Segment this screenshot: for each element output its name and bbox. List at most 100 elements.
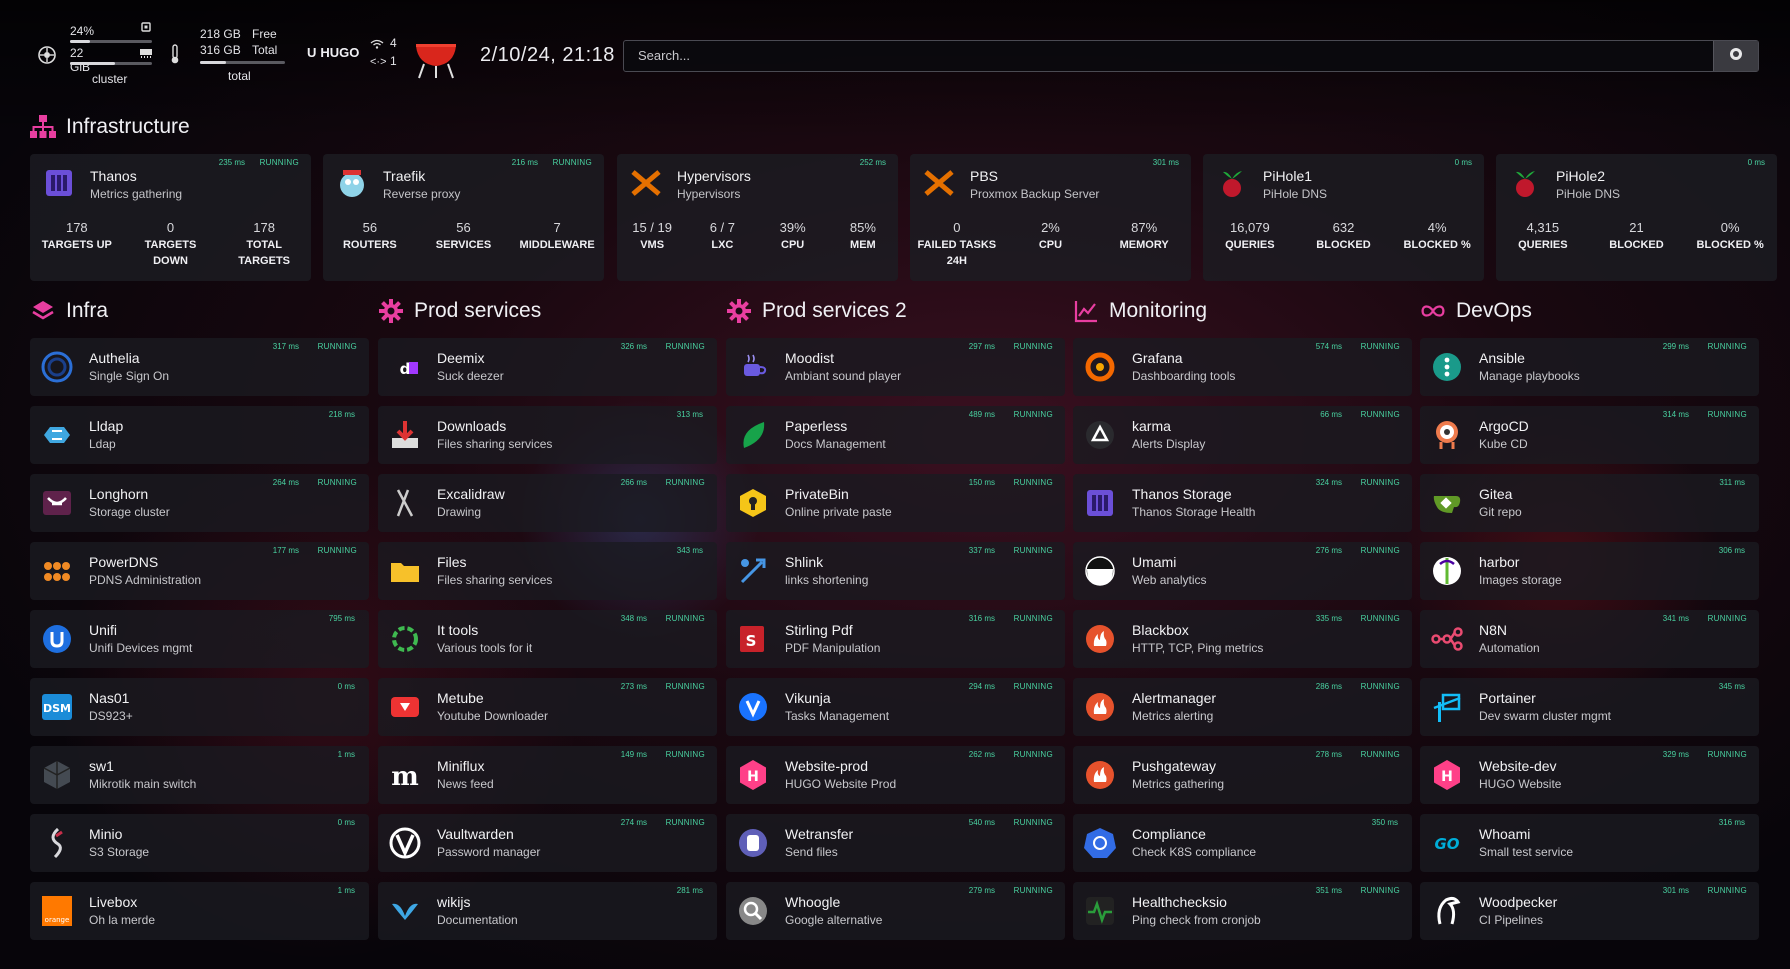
status-badge: RUNNING xyxy=(1360,750,1400,759)
response-time: 262 ms xyxy=(968,750,995,759)
status-badge: RUNNING xyxy=(552,158,592,167)
service-card-files[interactable]: Files Files sharing services 343 ms xyxy=(378,542,717,600)
service-description: links shortening xyxy=(785,573,869,587)
karma-icon xyxy=(1083,418,1117,452)
stat-block: 178 TARGETS UP xyxy=(37,220,117,269)
service-card-powerdns[interactable]: PowerDNS PDNS Administration 177 ms RUNNING xyxy=(30,542,369,600)
service-card-alertmanager[interactable]: Alertmanager Metrics alerting 286 ms RUNNIN… xyxy=(1073,678,1412,736)
search-input[interactable] xyxy=(636,47,1720,64)
response-time: 278 ms xyxy=(1315,750,1342,759)
service-card-moodist[interactable]: Moodist Ambiant sound player 297 ms RUNNING xyxy=(726,338,1065,396)
hugo-icon: H xyxy=(1430,758,1464,792)
widget-card-hypervisors[interactable]: Hypervisors Hypervisors 252 ms 15 / 19 VMS 6 … xyxy=(617,154,898,281)
service-card-livebox[interactable]: orange Livebox Oh la merde 1 ms xyxy=(30,882,369,940)
service-card-stirling-pdf[interactable]: S Stirling Pdf PDF Manipulation 316 ms RUNNI… xyxy=(726,610,1065,668)
service-description: Online private paste xyxy=(785,505,892,519)
stat-block: 7 MIDDLEWARE xyxy=(517,220,597,253)
status-badge: RUNNING xyxy=(1707,886,1747,895)
unifi-brand-label: HUGO xyxy=(320,45,360,60)
service-card-vaultwarden[interactable]: Vaultwarden Password manager 274 ms RUNNING xyxy=(378,814,717,872)
service-description: Metrics alerting xyxy=(1132,709,1214,723)
service-card-whoogle[interactable]: Whoogle Google alternative 279 ms RUNNING xyxy=(726,882,1065,940)
cluster-cpu: 24% xyxy=(70,24,95,38)
service-card-shlink[interactable]: Shlink links shortening 337 ms RUNNING xyxy=(726,542,1065,600)
service-name: Vaultwarden xyxy=(437,826,514,842)
search-provider-button[interactable] xyxy=(1713,41,1758,71)
stat-label: MIDDLEWARE xyxy=(519,239,595,251)
svg-text:GO: GO xyxy=(1434,835,1459,853)
service-card-deemix[interactable]: d Deemix Suck deezer 326 ms RUNNING xyxy=(378,338,717,396)
response-time: 276 ms xyxy=(1315,546,1342,555)
service-card-sw1[interactable]: sw1 Mikrotik main switch 1 ms xyxy=(30,746,369,804)
shlink-icon xyxy=(736,554,770,588)
stat-block: 39% CPU xyxy=(762,220,824,253)
service-card-harbor[interactable]: harbor Images storage 306 ms xyxy=(1420,542,1759,600)
section-monitoring: Monitoring xyxy=(1073,298,1207,324)
service-card-n8n[interactable]: N8N Automation 341 ms RUNNING xyxy=(1420,610,1759,668)
service-card-nas01[interactable]: DSM Nas01 DS923+ 0 ms xyxy=(30,678,369,736)
argocd-icon xyxy=(1430,418,1464,452)
service-card-ansible[interactable]: Ansible Manage playbooks 299 ms RUNNING xyxy=(1420,338,1759,396)
stat-value: 178 xyxy=(65,220,88,235)
response-time: 326 ms xyxy=(620,342,647,351)
service-name: Ansible xyxy=(1479,350,1525,366)
service-description: Git repo xyxy=(1479,505,1522,519)
service-card-website-prod[interactable]: H Website-prod HUGO Website Prod 262 ms RUNN… xyxy=(726,746,1065,804)
widget-card-thanos[interactable]: Thanos Metrics gathering 235 ms RUNNING 178 T… xyxy=(30,154,311,281)
service-card-lldap[interactable]: Lldap Ldap 218 ms xyxy=(30,406,369,464)
service-card-compliance[interactable]: Compliance Check K8S compliance 350 ms xyxy=(1073,814,1412,872)
service-name: Blackbox xyxy=(1132,622,1189,638)
service-card-longhorn[interactable]: Longhorn Storage cluster 264 ms RUNNING xyxy=(30,474,369,532)
status-badge: RUNNING xyxy=(665,682,705,691)
service-name: Whoogle xyxy=(785,894,841,910)
stat-value: 16,079 xyxy=(1229,220,1270,235)
stat-block: 2% CPU xyxy=(1010,220,1090,269)
service-card-minio[interactable]: Minio S3 Storage 0 ms xyxy=(30,814,369,872)
service-card-it-tools[interactable]: It tools Various tools for it 348 ms RUNNIN… xyxy=(378,610,717,668)
service-name: Authelia xyxy=(89,350,140,366)
service-card-blackbox[interactable]: Blackbox HTTP, TCP, Ping metrics 335 ms RUN… xyxy=(1073,610,1412,668)
service-card-unifi[interactable]: Unifi Unifi Devices mgmt 795 ms xyxy=(30,610,369,668)
service-name: Miniflux xyxy=(437,758,485,774)
service-card-paperless[interactable]: Paperless Docs Management 489 ms RUNNING xyxy=(726,406,1065,464)
widget-card-traefik[interactable]: Traefik Reverse proxy 216 ms RUNNING 56 ROUTE… xyxy=(323,154,604,281)
service-card-whoami[interactable]: GO Whoami Small test service 316 ms xyxy=(1420,814,1759,872)
service-card-argocd[interactable]: ArgoCD Kube CD 314 ms RUNNING xyxy=(1420,406,1759,464)
minio-icon xyxy=(40,826,74,860)
widget-description: PiHole DNS xyxy=(1263,187,1328,201)
response-time: 329 ms xyxy=(1662,750,1689,759)
service-description: Storage cluster xyxy=(89,505,170,519)
service-card-portainer[interactable]: Portainer Dev swarm cluster mgmt 345 ms xyxy=(1420,678,1759,736)
service-card-excalidraw[interactable]: Excalidraw Drawing 266 ms RUNNING xyxy=(378,474,717,532)
service-card-authelia[interactable]: Authelia Single Sign On 317 ms RUNNING xyxy=(30,338,369,396)
service-card-thanos-storage[interactable]: Thanos Storage Thanos Storage Health 324 m… xyxy=(1073,474,1412,532)
service-card-karma[interactable]: karma Alerts Display 66 ms RUNNING xyxy=(1073,406,1412,464)
service-card-pushgateway[interactable]: Pushgateway Metrics gathering 278 ms RUNNIN… xyxy=(1073,746,1412,804)
widget-card-pbs[interactable]: PBS Proxmox Backup Server 301 ms 0 FAILED TA… xyxy=(910,154,1191,281)
service-card-wikijs[interactable]: wikijs Documentation 281 ms xyxy=(378,882,717,940)
service-card-gitea[interactable]: Gitea Git repo 311 ms xyxy=(1420,474,1759,532)
service-card-healthchecksio[interactable]: Healthchecksio Ping check from cronjob 351… xyxy=(1073,882,1412,940)
service-card-wetransfer[interactable]: Wetransfer Send files 540 ms RUNNING xyxy=(726,814,1065,872)
service-card-downloads[interactable]: Downloads Files sharing services 313 ms xyxy=(378,406,717,464)
prometheus-icon xyxy=(1083,622,1117,656)
widget-name: PiHole2 xyxy=(1556,168,1606,184)
widget-description: PiHole DNS xyxy=(1556,187,1621,201)
widget-card-pihole1[interactable]: PiHole1 PiHole DNS 0 ms 16,079 QUERIES 632 BLO… xyxy=(1203,154,1484,281)
status-badge: RUNNING xyxy=(1013,546,1053,555)
stat-block: 4% BLOCKED % xyxy=(1397,220,1477,253)
service-card-grafana[interactable]: Grafana Dashboarding tools 574 ms RUNNING xyxy=(1073,338,1412,396)
service-card-vikunja[interactable]: Vikunja Tasks Management 294 ms RUNNING xyxy=(726,678,1065,736)
service-card-metube[interactable]: Metube Youtube Downloader 273 ms RUNNING xyxy=(378,678,717,736)
response-time: 337 ms xyxy=(968,546,995,555)
service-card-miniflux[interactable]: m Miniflux News feed 149 ms RUNNING xyxy=(378,746,717,804)
service-card-woodpecker[interactable]: Woodpecker CI Pipelines 301 ms RUNNING xyxy=(1420,882,1759,940)
status-badge: RUNNING xyxy=(317,478,357,487)
service-card-privatebin[interactable]: PrivateBin Online private paste 150 ms RUNN… xyxy=(726,474,1065,532)
service-description: Check K8S compliance xyxy=(1132,845,1257,859)
service-name: Livebox xyxy=(89,894,138,910)
service-card-website-dev[interactable]: H Website-dev HUGO Website 329 ms RUNNING xyxy=(1420,746,1759,804)
widget-card-pihole2[interactable]: PiHole2 PiHole DNS 0 ms 4,315 QUERIES 21 BLOCK… xyxy=(1496,154,1777,281)
response-time: 341 ms xyxy=(1662,614,1689,623)
service-card-umami[interactable]: Umami Web analytics 276 ms RUNNING xyxy=(1073,542,1412,600)
